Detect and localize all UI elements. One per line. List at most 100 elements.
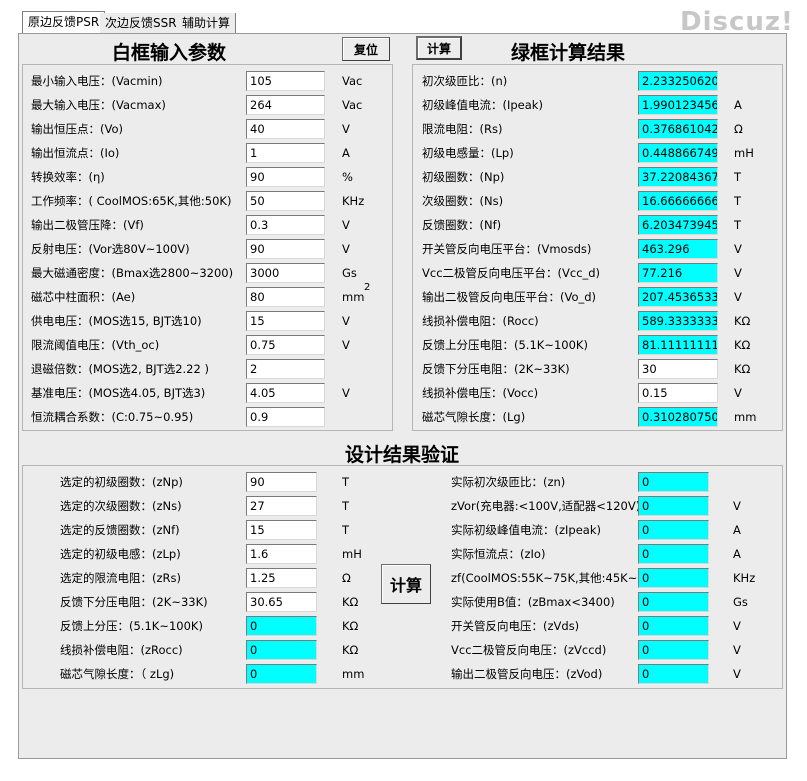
result-row-field[interactable]: 6.20347394540 xyxy=(638,215,718,235)
input-row-label: 最大磁通密度：(Bmax选2800~3200) xyxy=(31,266,234,280)
verify-right-row-field[interactable]: 0 xyxy=(638,592,709,612)
input-row-unit: V xyxy=(342,218,350,232)
result-row-field[interactable]: 463.296 xyxy=(638,239,718,259)
calc-result-button[interactable]: 计算 xyxy=(416,36,462,60)
verify-right-row-field[interactable]: 0 xyxy=(638,664,709,684)
input-row-unit: Vac xyxy=(342,98,363,112)
input-row-label: 最小输入电压：(Vacmin) xyxy=(31,74,163,88)
verify-left-row-label: 磁芯气隙长度：（ zLg) xyxy=(60,667,175,681)
result-row-label: 初级圈数：(Np) xyxy=(422,170,505,184)
result-row-unit: KΩ xyxy=(734,362,751,376)
verify-left-row-field[interactable]: 1.25 xyxy=(246,568,317,588)
ae-unit-superscript: 2 xyxy=(364,282,371,293)
input-row-field[interactable]: 0.75 xyxy=(246,335,325,355)
result-row-unit: V xyxy=(734,266,742,280)
verify-left-row-field[interactable]: 0 xyxy=(246,664,317,684)
verify-left-row-field[interactable]: 0 xyxy=(246,616,317,636)
verify-right-row-field[interactable]: 0 xyxy=(638,520,709,540)
verify-right-row-field[interactable]: 0 xyxy=(638,496,709,516)
input-row-label: 供电电压：(MOS选15, BJT选10) xyxy=(31,314,202,328)
verify-left-row-unit: KΩ xyxy=(342,619,359,633)
verify-left-row-label: 选定的初级圈数：(zNp) xyxy=(60,475,183,489)
input-row-field[interactable]: 105 xyxy=(246,71,325,91)
input-row-label: 最大输入电压：(Vacmax) xyxy=(31,98,166,112)
input-row-field[interactable]: 15 xyxy=(246,311,325,331)
verify-left-row-unit: KΩ xyxy=(342,643,359,657)
input-row-field[interactable]: 90 xyxy=(246,239,325,259)
verify-right-row-field[interactable]: 0 xyxy=(638,616,709,636)
result-row-field[interactable]: 81.1111111111 xyxy=(638,335,718,355)
verify-left-row-label: 选定的反馈圈数：(zNf) xyxy=(60,523,180,537)
verify-left-row-field[interactable]: 27 xyxy=(246,496,317,516)
input-row-unit: Vac xyxy=(342,74,363,88)
verify-left-row-field[interactable]: 90 xyxy=(246,472,317,492)
verify-left-row-field[interactable]: 1.6 xyxy=(246,544,317,564)
result-row-field[interactable]: 77.216 xyxy=(638,263,718,283)
result-row-field[interactable]: 207.453653333 xyxy=(638,287,718,307)
verify-right-row-label: 实际使用B值：(zBmax<3400) xyxy=(451,595,615,609)
input-row-unit: % xyxy=(342,170,353,184)
input-row-field[interactable]: 90 xyxy=(246,167,325,187)
reset-button[interactable]: 复位 xyxy=(342,37,390,61)
input-row-field[interactable]: 80 xyxy=(246,287,325,307)
result-row-unit: V xyxy=(734,242,742,256)
result-row-field[interactable]: 0.31028075061 xyxy=(638,407,718,427)
result-row-field[interactable]: 0.44886674999 xyxy=(638,143,718,163)
input-row-unit: mm xyxy=(342,290,365,304)
input-row-field[interactable]: 2 xyxy=(246,359,325,379)
verify-right-row-label: 输出二极管反向电压：(zVod) xyxy=(451,667,603,681)
input-row-label: 转换效率：(η) xyxy=(31,170,105,184)
tab-ssr[interactable]: 次边反馈SSR xyxy=(100,13,183,33)
input-row-field[interactable]: 3000 xyxy=(246,263,325,283)
result-row-unit: V xyxy=(734,290,742,304)
input-row-label: 工作频率：( CoolMOS:65K,其他:50K) xyxy=(31,194,232,208)
verify-left-row-unit: T xyxy=(342,523,350,537)
result-row-unit: V xyxy=(734,386,742,400)
result-row-label: 初级电感量：(Lp) xyxy=(422,146,514,160)
verify-right-row-label: 实际恒流点：(zIo) xyxy=(451,547,546,561)
verify-right-row-unit: V xyxy=(733,619,741,633)
result-row-field[interactable]: 37.2208436724 xyxy=(638,167,718,187)
verify-left-row-field[interactable]: 30.65 xyxy=(246,592,317,612)
verify-right-row-label: zVor(充电器:<100V,适配器<120V) xyxy=(451,499,641,513)
result-row-field[interactable]: 0.37686104218 xyxy=(638,119,718,139)
result-row-field[interactable]: 30 xyxy=(638,359,718,379)
input-row-label: 限流阈值电压：(Vth_oc) xyxy=(31,338,160,352)
verify-left-row-field[interactable]: 0 xyxy=(246,640,317,660)
result-row-field[interactable]: 1.99012345679 xyxy=(638,95,718,115)
input-row-unit: V xyxy=(342,386,350,400)
input-row-field[interactable]: 50 xyxy=(246,191,325,211)
input-row-label: 磁芯中柱面积：(Ae) xyxy=(31,290,136,304)
verify-right-row-field[interactable]: 0 xyxy=(638,568,709,588)
result-row-field[interactable]: 2.23325062034 xyxy=(638,71,718,91)
input-row-field[interactable]: 1 xyxy=(246,143,325,163)
verify-right-row-field[interactable]: 0 xyxy=(638,472,709,492)
verify-left-row-unit: T xyxy=(342,499,350,513)
input-row-label: 基准电压：(MOS选4.05, BJT选3) xyxy=(31,386,206,400)
verify-left-row-field[interactable]: 15 xyxy=(246,520,317,540)
input-row-field[interactable]: 264 xyxy=(246,95,325,115)
input-row-unit: KHz xyxy=(342,194,365,208)
tab-aux[interactable]: 辅助计算 xyxy=(177,13,237,33)
result-row-label: 初次级匝比：(n) xyxy=(422,74,508,88)
calc-verify-button[interactable]: 计算 xyxy=(381,564,431,604)
result-row-field[interactable]: 16.6666666666 xyxy=(638,191,718,211)
result-row-unit: T xyxy=(734,218,742,232)
input-row-unit: V xyxy=(342,242,350,256)
result-row-unit: mm xyxy=(734,410,757,424)
input-row-field[interactable]: 40 xyxy=(246,119,325,139)
result-row-label: 线损补偿电压：(Vocc) xyxy=(422,386,539,400)
input-row-label: 输出恒流点：(Io) xyxy=(31,146,120,160)
verify-right-row-field[interactable]: 0 xyxy=(638,544,709,564)
input-row-field[interactable]: 0.9 xyxy=(246,407,325,427)
result-row-field[interactable]: 0.15 xyxy=(638,383,718,403)
verify-left-row-label: 线损补偿电阻：(zRocc) xyxy=(60,643,183,657)
result-row-field[interactable]: 589.333333333 xyxy=(638,311,718,331)
result-row-label: 开关管反向电压平台：(Vmosds) xyxy=(422,242,592,256)
input-row-field[interactable]: 0.3 xyxy=(246,215,325,235)
verify-right-row-field[interactable]: 0 xyxy=(638,640,709,660)
tab-psr[interactable]: 原边反馈PSR xyxy=(22,11,106,33)
result-row-label: 初级峰值电流：(Ipeak) xyxy=(422,98,543,112)
input-row-field[interactable]: 4.05 xyxy=(246,383,325,403)
verify-left-row-unit: KΩ xyxy=(342,595,359,609)
